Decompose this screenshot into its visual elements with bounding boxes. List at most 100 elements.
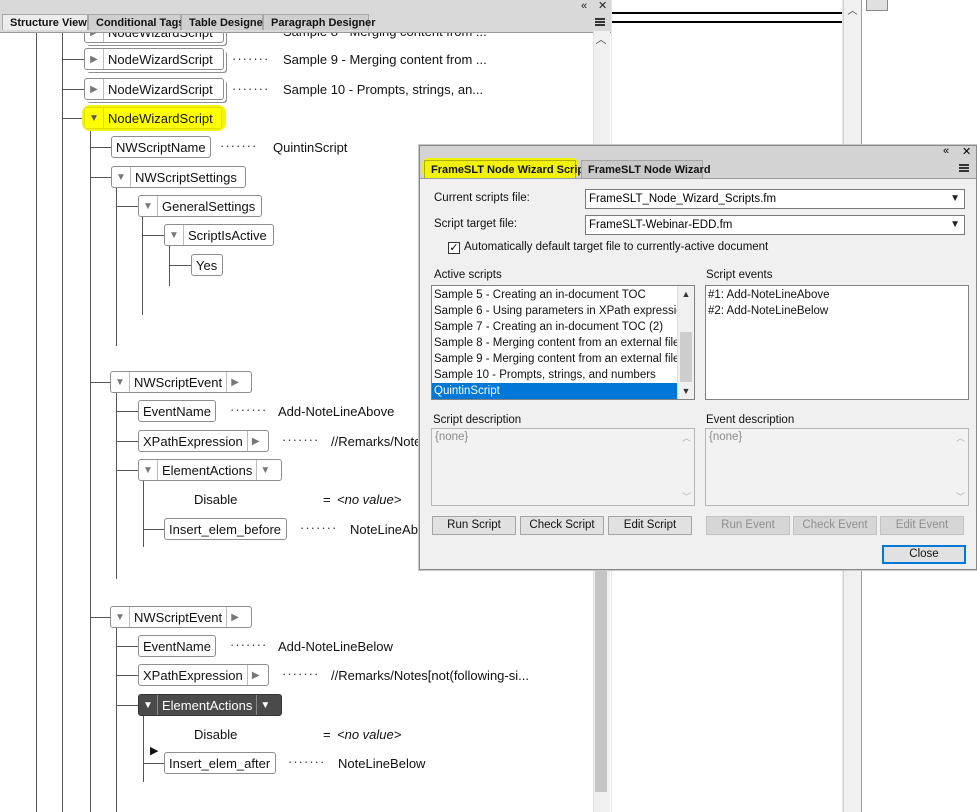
scroll-up-icon[interactable]: ︿: [844, 2, 861, 17]
attributes-toggle-icon[interactable]: ▼: [256, 460, 273, 480]
tree-node-scriptisactive[interactable]: ▼ ScriptIsActive: [164, 224, 274, 246]
edit-script-button[interactable]: Edit Script: [608, 516, 692, 535]
attribute-value: <no value>: [337, 727, 402, 742]
list-item[interactable]: Sample 10 - Prompts, strings, and number…: [432, 367, 678, 383]
close-dialog-icon[interactable]: ✕: [962, 145, 971, 158]
collapse-panel-icon[interactable]: «: [943, 145, 949, 157]
current-scripts-select[interactable]: FrameSLT_Node_Wizard_Scripts.fm ▼: [585, 189, 965, 209]
tab-paragraph-designer[interactable]: Paragraph Designer: [263, 14, 376, 30]
list-item[interactable]: Sample 5 - Creating an in-document TOC: [432, 287, 678, 303]
scroll-down-icon[interactable]: ▼: [678, 384, 694, 398]
tree-node-eventname[interactable]: EventName: [138, 635, 216, 657]
chevron-down-icon: ▼: [950, 219, 960, 230]
tree-node-xpathexpression[interactable]: XPathExpression ▶: [138, 430, 269, 452]
attributes-toggle-icon[interactable]: ▶: [226, 607, 243, 627]
active-scripts-list[interactable]: Sample 5 - Creating an in-document TOC S…: [431, 285, 695, 400]
active-scripts-label: Active scripts: [434, 269, 502, 281]
target-file-select[interactable]: FrameSLT-Webinar-EDD.fm ▼: [585, 215, 965, 235]
tree-node-nodewizardscript[interactable]: ▶ NodeWizardScript: [84, 48, 224, 70]
close-button[interactable]: Close: [882, 545, 966, 564]
tree-node-elementactions[interactable]: ▼ ElementActions ▼: [138, 459, 282, 481]
tab-structure-view[interactable]: Structure View: [2, 14, 88, 30]
attributes-toggle-icon[interactable]: ▶: [246, 665, 264, 685]
tree-line: [62, 89, 84, 90]
panel-menu-icon[interactable]: [959, 164, 969, 172]
collapse-triangle-icon[interactable]: ▼: [139, 196, 158, 216]
scroll-up-icon: ︿: [681, 433, 691, 443]
dialog-title-bar: « ✕: [420, 145, 976, 158]
check-event-button[interactable]: Check Event: [793, 516, 877, 535]
equals-sign: =: [323, 727, 331, 742]
tree-line: [90, 128, 91, 812]
tab-node-wizard[interactable]: FrameSLT Node Wizard: [581, 160, 711, 178]
run-event-button[interactable]: Run Event: [706, 516, 790, 535]
expand-triangle-icon[interactable]: ▶: [85, 79, 104, 99]
collapse-triangle-icon[interactable]: ▼: [111, 607, 130, 627]
list-scrollbar[interactable]: ▲ ▼: [677, 286, 694, 399]
tree-node-generalsettings[interactable]: ▼ GeneralSettings: [138, 195, 262, 217]
scroll-up-icon: ︿: [955, 433, 965, 443]
list-item[interactable]: #2: Add-NoteLineBelow: [706, 303, 829, 319]
list-item[interactable]: Sample 8 - Merging content from an exter…: [432, 335, 679, 351]
tree-node-nodewizardscript[interactable]: ▶ NodeWizardScript: [84, 78, 224, 100]
tree-node-eventname[interactable]: EventName: [138, 400, 216, 422]
value-leader: ·······: [232, 51, 270, 66]
scroll-up-icon[interactable]: ︿: [593, 33, 609, 47]
scroll-up-icon[interactable]: ▲: [678, 287, 694, 301]
panel-menu-icon[interactable]: [595, 18, 605, 26]
script-events-label: Script events: [706, 269, 773, 281]
list-item[interactable]: Sample 7 - Creating an in-document TOC (…: [432, 319, 678, 335]
attributes-toggle-icon[interactable]: ▶: [226, 372, 243, 392]
tree-node-text-yes[interactable]: Yes: [191, 254, 223, 276]
attribute-value: Add-NoteLineAbove: [278, 404, 395, 419]
tree-line: [116, 206, 138, 207]
edit-event-button[interactable]: Edit Event: [880, 516, 964, 535]
check-script-button[interactable]: Check Script: [520, 516, 604, 535]
run-script-button[interactable]: Run Script: [432, 516, 516, 535]
list-item[interactable]: Sample 6 - Using parameters in XPath exp…: [432, 303, 694, 319]
tree-node-insert-elem-after[interactable]: Insert_elem_after: [164, 752, 276, 774]
collapse-triangle-icon[interactable]: ▼: [111, 372, 130, 392]
tree-node-nwscriptevent[interactable]: ▼ NWScriptEvent ▶: [110, 606, 252, 628]
insertion-point-icon: ▶: [150, 745, 159, 757]
tab-table-designer[interactable]: Table Designer: [181, 14, 267, 30]
event-description-label: Event description: [706, 414, 795, 426]
attribute-value: <no value>: [337, 492, 402, 507]
attributes-toggle-icon[interactable]: ▼: [256, 695, 273, 715]
tree-line: [143, 763, 165, 764]
tree-line: [169, 265, 191, 266]
tree-line: [116, 441, 138, 442]
tree-node-elementactions-selected[interactable]: ▼ ElementActions ▼: [138, 694, 282, 716]
list-item-selected[interactable]: QuintinScript: [432, 383, 678, 399]
tree-node-insert-elem-before[interactable]: Insert_elem_before: [164, 518, 287, 540]
value-leader: ·······: [282, 432, 320, 447]
attribute-value: //Remarks/Note: [331, 434, 422, 449]
tab-conditional-tags[interactable]: Conditional Tags: [88, 14, 184, 30]
trash-icon[interactable]: [866, 0, 888, 11]
equals-sign: =: [323, 492, 331, 507]
list-item[interactable]: Sample 9 - Merging content from an exter…: [432, 351, 694, 367]
close-panel-icon[interactable]: ✕: [598, 0, 607, 12]
collapse-triangle-icon[interactable]: ▼: [112, 167, 131, 187]
attributes-toggle-icon[interactable]: ▶: [246, 431, 264, 451]
collapse-triangle-icon[interactable]: ▼: [139, 695, 158, 715]
expand-triangle-icon[interactable]: ▶: [85, 49, 104, 69]
attribute-name: Disable: [194, 727, 238, 742]
collapse-panel-icon[interactable]: «: [581, 0, 587, 12]
collapse-triangle-icon[interactable]: ▼: [85, 108, 104, 128]
tab-node-wizard-scripts[interactable]: FrameSLT Node Wizard Scripts: [424, 160, 594, 178]
tree-node-nodewizardscript-selected[interactable]: ▼ NodeWizardScript: [84, 107, 222, 129]
auto-default-checkbox[interactable]: ✓: [448, 242, 460, 254]
list-item[interactable]: #1: Add-NoteLineAbove: [706, 287, 829, 303]
tree-node-xpathexpression[interactable]: XPathExpression ▶: [138, 664, 269, 686]
scrollbar-thumb[interactable]: [680, 332, 692, 382]
tree-line: [62, 118, 84, 119]
tree-node-nwscriptsettings[interactable]: ▼ NWScriptSettings: [111, 166, 246, 188]
value-leader: ·······: [300, 520, 338, 535]
script-events-list[interactable]: #1: Add-NoteLineAbove #2: Add-NoteLineBe…: [705, 285, 969, 400]
collapse-triangle-icon[interactable]: ▼: [139, 460, 158, 480]
tree-line: [116, 393, 117, 579]
collapse-triangle-icon[interactable]: ▼: [165, 225, 184, 245]
tree-node-nwscriptname[interactable]: NWScriptName: [111, 136, 211, 158]
tree-node-nwscriptevent[interactable]: ▼ NWScriptEvent ▶: [110, 371, 252, 393]
